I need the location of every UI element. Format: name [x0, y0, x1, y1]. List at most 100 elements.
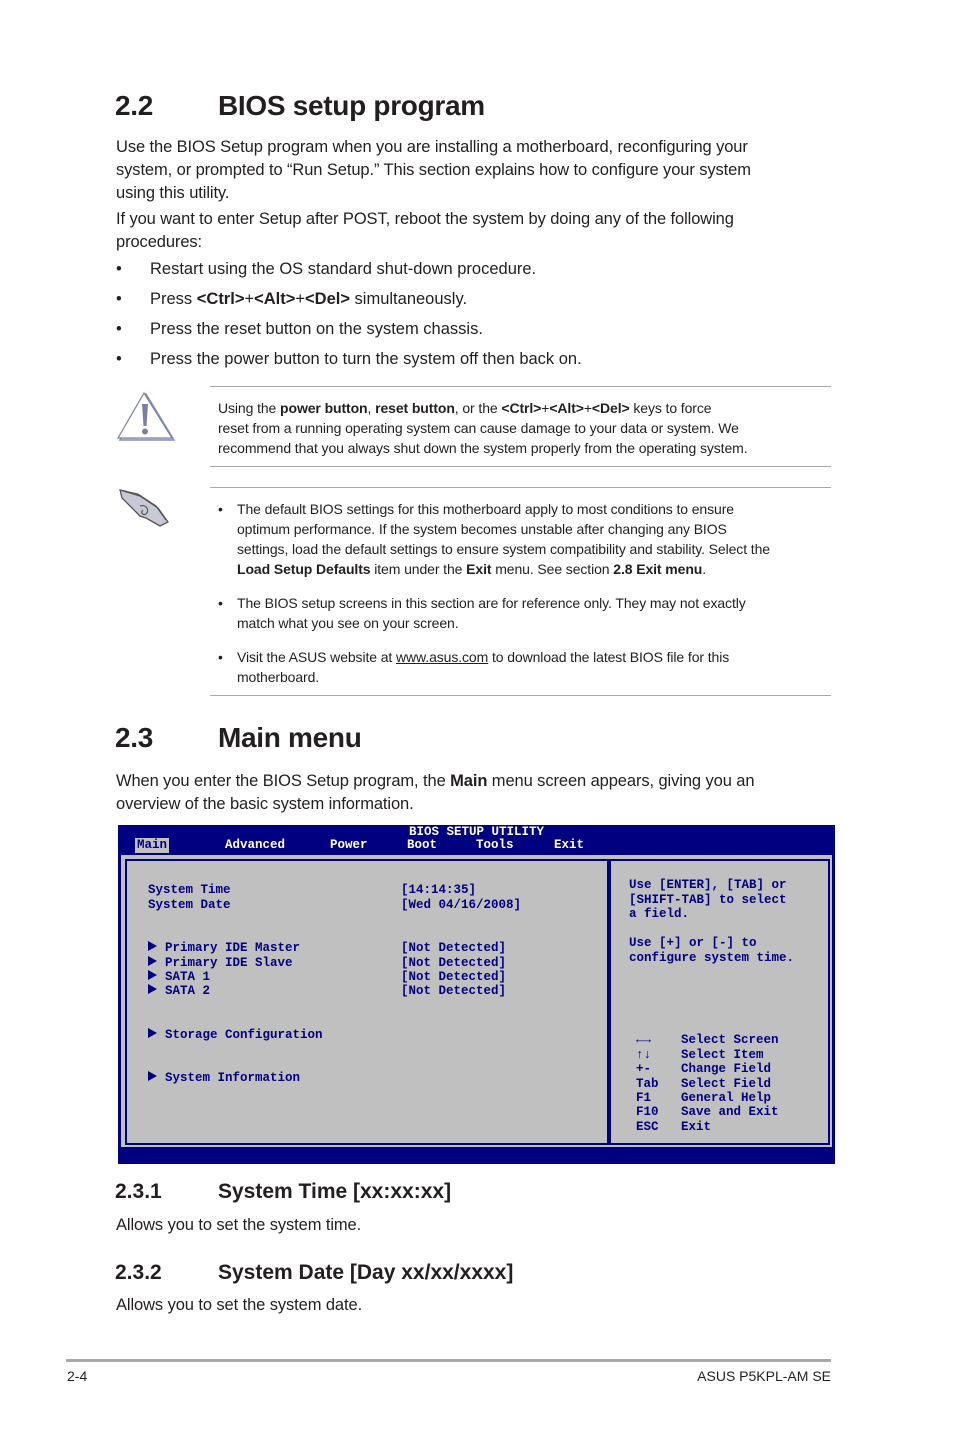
bios-submenu-value: [Not Detected] — [401, 956, 507, 970]
bios-screenshot: BIOS SETUP UTILITY Main Advanced Power B… — [118, 825, 835, 1164]
section-number: 2.3.2 — [115, 1261, 162, 1284]
submenu-arrow-icon — [148, 1071, 157, 1081]
bios-value-system-date[interactable]: [Wed 04/16/2008] — [401, 898, 521, 912]
section-number: 2.3 — [115, 722, 154, 753]
submenu-arrow-icon — [148, 1028, 157, 1038]
note-line: The BIOS setup screens in this section a… — [237, 595, 746, 611]
bios-submenu-system-information[interactable]: System Information — [148, 1071, 300, 1085]
submenu-arrow-icon — [148, 941, 157, 951]
bullet: • — [218, 595, 223, 611]
bios-submenu-sata-1[interactable]: SATA 1 — [148, 970, 210, 984]
list-item: • Press <Ctrl>+<Alt>+<Del> simultaneousl… — [0, 288, 954, 311]
section-title: System Time [xx:xx:xx] — [218, 1180, 452, 1203]
help-line: Use [+] or [-] to — [629, 936, 757, 950]
submenu-arrow-icon — [148, 956, 157, 966]
section-number: 2.3.1 — [115, 1180, 162, 1203]
note-line: The default BIOS settings for this mothe… — [237, 501, 734, 517]
section-heading-2-2: 2.2 BIOS setup program — [115, 90, 485, 122]
bios-submenu-value: [Not Detected] — [401, 941, 507, 955]
bios-tab-tools[interactable]: Tools — [476, 838, 514, 853]
list-item: • Press the power button to turn the sys… — [0, 348, 954, 371]
section-number: 2.2 — [115, 90, 154, 121]
bios-settings-panel: System Time [14:14:35] System Date [Wed … — [125, 859, 609, 1145]
submenu-arrow-icon — [148, 984, 157, 994]
list-item-text: Press the reset button on the system cha… — [150, 320, 483, 338]
main-menu-intro: When you enter the BIOS Setup program, t… — [116, 770, 755, 816]
section-description: Allows you to set the system date. — [116, 1296, 363, 1314]
list-item: • Restart using the OS standard shut-dow… — [0, 258, 954, 281]
bullet: • — [116, 320, 122, 338]
section-title: Main menu — [218, 722, 362, 753]
bullet: • — [116, 290, 122, 308]
warning-line: recommend that you always shut down the … — [218, 440, 748, 456]
asus-website-link[interactable]: www.asus.com — [396, 649, 488, 665]
paragraph-line: using this utility. — [116, 184, 230, 202]
paragraph-line: Use the BIOS Setup program when you are … — [116, 138, 748, 156]
warning-text: Using the power button, reset button, or… — [218, 398, 748, 458]
footer-rule — [66, 1359, 831, 1362]
page-number: 2-4 — [67, 1368, 88, 1384]
key-label: +- — [636, 1062, 652, 1076]
bios-item-system-time[interactable]: System Time — [148, 883, 231, 897]
divider — [210, 466, 831, 467]
paragraph-line: overview of the basic system information… — [116, 795, 414, 813]
bios-tab-exit[interactable]: Exit — [554, 838, 584, 853]
product-name: ASUS P5KPL-AM SE — [697, 1368, 831, 1384]
key-action: Select Screen — [681, 1033, 779, 1047]
bullet: • — [218, 649, 223, 665]
help-line: [SHIFT-TAB] to select — [629, 893, 787, 907]
warning-line: reset from a running operating system ca… — [218, 420, 739, 436]
divider — [210, 695, 831, 696]
note-line: match what you see on your screen. — [237, 615, 459, 631]
bios-submenu-value: [Not Detected] — [401, 970, 507, 984]
bios-tab-boot[interactable]: Boot — [407, 838, 437, 853]
paragraph-line: procedures: — [116, 233, 203, 251]
bios-submenu-primary-ide-slave[interactable]: Primary IDE Slave — [148, 956, 293, 970]
submenu-arrow-icon — [148, 970, 157, 980]
divider — [210, 487, 831, 488]
list-item-text: Press <Ctrl>+<Alt>+<Del> simultaneously. — [150, 290, 468, 308]
key-action: Select Item — [681, 1048, 764, 1062]
left-right-arrows-icon: ←→ — [636, 1033, 652, 1047]
bios-tab-power[interactable]: Power — [330, 838, 368, 853]
list-item: • Press the reset button on the system c… — [0, 318, 954, 341]
help-line: a field. — [629, 907, 690, 921]
section-heading-2-3: 2.3 Main menu — [115, 722, 362, 754]
section-heading-2-3-1: 2.3.1 System Time [xx:xx:xx] — [115, 1180, 451, 1204]
list-item-text: Press the power button to turn the syste… — [150, 350, 582, 368]
warning-icon — [116, 390, 176, 444]
paragraph-line: When you enter the BIOS Setup program, t… — [116, 772, 755, 790]
key-action: Exit — [681, 1120, 712, 1134]
paragraph-line: system, or prompted to “Run Setup.” This… — [116, 161, 751, 179]
bios-tab-main[interactable]: Main — [135, 838, 170, 853]
paragraph-line: If you want to enter Setup after POST, r… — [116, 210, 734, 228]
key-action: Select Field — [681, 1077, 772, 1091]
key-label: F1 — [636, 1091, 652, 1105]
bios-title: BIOS SETUP UTILITY — [408, 825, 545, 839]
bios-value-system-time[interactable]: [14:14:35] — [401, 883, 476, 897]
up-down-arrows-icon: ↑↓ — [636, 1048, 652, 1062]
key-label: F10 — [636, 1105, 659, 1119]
bullet: • — [116, 260, 122, 278]
help-line: configure system time. — [629, 951, 795, 965]
bios-submenu-value: [Not Detected] — [401, 984, 507, 998]
section-title: BIOS setup program — [218, 90, 485, 121]
key-action: Save and Exit — [681, 1105, 779, 1119]
bios-submenu-primary-ide-master[interactable]: Primary IDE Master — [148, 941, 300, 955]
section-heading-2-3-2: 2.3.2 System Date [Day xx/xx/xxxx] — [115, 1261, 513, 1285]
help-line: Use [ENTER], [TAB] or — [629, 878, 787, 892]
bios-help-panel: Use [ENTER], [TAB] or [SHIFT-TAB] to sel… — [609, 859, 830, 1145]
bios-submenu-storage-configuration[interactable]: Storage Configuration — [148, 1028, 323, 1042]
bios-submenu-sata-2[interactable]: SATA 2 — [148, 984, 210, 998]
divider — [210, 386, 831, 387]
bios-item-system-date[interactable]: System Date — [148, 898, 231, 912]
key-action: Change Field — [681, 1062, 772, 1076]
key-label: ESC — [636, 1120, 659, 1134]
bios-tab-advanced[interactable]: Advanced — [225, 838, 285, 853]
section-description: Allows you to set the system time. — [116, 1216, 362, 1234]
bullet: • — [116, 350, 122, 368]
bullet: • — [218, 501, 223, 517]
section-title: System Date [Day xx/xx/xxxx] — [218, 1261, 514, 1284]
note-line: optimum performance. If the system becom… — [237, 521, 727, 537]
key-label: Tab — [636, 1077, 659, 1091]
